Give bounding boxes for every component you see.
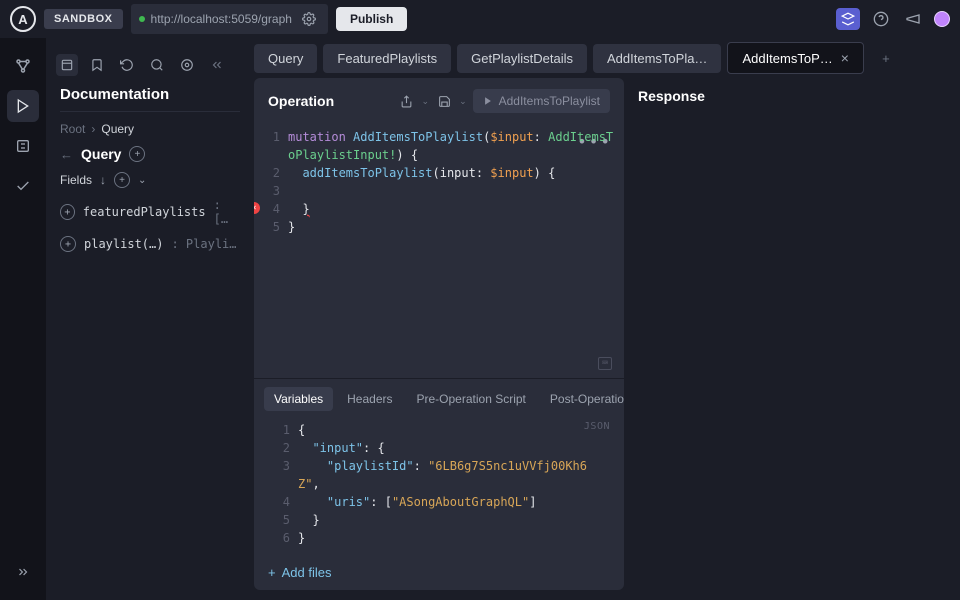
operation-editor[interactable]: ••• 1mutation AddItemsToPlaylist($input:… xyxy=(254,124,624,378)
user-avatar[interactable] xyxy=(934,11,950,27)
close-tab-icon[interactable]: × xyxy=(841,50,849,66)
rail-diff-icon[interactable] xyxy=(7,130,39,162)
add-type-icon[interactable]: + xyxy=(129,146,145,162)
fields-heading: Fields xyxy=(60,173,92,187)
add-field-instance-icon[interactable]: + xyxy=(60,204,75,220)
share-chevron-icon[interactable]: ⌄ xyxy=(422,96,430,107)
operation-tabs: QueryFeaturedPlaylistsGetPlaylistDetails… xyxy=(254,38,960,74)
operation-tab[interactable]: Query xyxy=(254,44,317,73)
variables-editor[interactable]: JSON 1{2 "input": {3 "playlistId": "6LB6… xyxy=(254,417,624,555)
code-line: 1mutation AddItemsToPlaylist($input: Add… xyxy=(254,128,624,164)
code-line: 2 addItemsToPlaylist(input: $input) { xyxy=(254,164,624,182)
field-name: playlist(…) xyxy=(84,237,163,251)
response-panel: Response xyxy=(638,74,946,590)
operation-panel: Operation ⌄ ⌄ AddItemsToPlaylist ••• xyxy=(254,78,624,590)
router-badge-icon[interactable] xyxy=(836,8,860,30)
code-line: 6} xyxy=(264,529,614,547)
announcements-icon[interactable] xyxy=(902,8,924,30)
rail-graph-icon[interactable] xyxy=(7,50,39,82)
doc-view-icon[interactable] xyxy=(56,54,78,76)
operation-tab[interactable]: AddItemsToP…× xyxy=(727,42,864,74)
field-type: : Playli… xyxy=(171,237,236,251)
save-icon[interactable] xyxy=(435,92,453,110)
breadcrumb-root[interactable]: Root xyxy=(60,122,85,136)
publish-button[interactable]: Publish xyxy=(336,7,407,31)
collapse-panel-icon[interactable] xyxy=(206,54,228,76)
operation-tab[interactable]: FeaturedPlaylists xyxy=(323,44,451,73)
add-field-icon[interactable]: + xyxy=(114,172,130,188)
field-name: featuredPlaylists xyxy=(83,205,206,219)
code-line: ×4 } xyxy=(254,200,624,218)
search-icon[interactable] xyxy=(146,54,168,76)
add-field-instance-icon[interactable]: + xyxy=(60,236,76,252)
code-line: 3 xyxy=(254,182,624,200)
breadcrumb: Root › Query xyxy=(60,122,240,136)
code-line: 2 "input": { xyxy=(264,439,614,457)
history-icon[interactable] xyxy=(116,54,138,76)
status-dot-icon xyxy=(139,16,145,22)
fields-menu-chevron-icon[interactable]: ⌄ xyxy=(138,175,146,186)
operation-tab[interactable]: GetPlaylistDetails xyxy=(457,44,587,73)
field-type: : [… xyxy=(214,198,240,226)
add-files-label: Add files xyxy=(282,565,332,580)
endpoint-url-bar[interactable]: http://localhost:5059/graph xyxy=(131,4,328,34)
subtab-variables[interactable]: Variables xyxy=(264,387,333,411)
rail-explorer-icon[interactable] xyxy=(7,90,39,122)
field-entry[interactable]: + featuredPlaylists : [… xyxy=(60,198,240,226)
subtab-preop[interactable]: Pre-Operation Script xyxy=(407,387,536,411)
add-tab-button[interactable]: + xyxy=(870,51,894,66)
response-title: Response xyxy=(638,88,946,104)
operation-subtabs: Variables Headers Pre-Operation Script P… xyxy=(254,378,624,417)
rail-expand-icon[interactable] xyxy=(7,556,39,588)
breadcrumb-current: Query xyxy=(101,122,134,136)
type-name: Query xyxy=(81,146,121,162)
plus-icon: + xyxy=(268,565,276,580)
endpoint-url-text: http://localhost:5059/graph xyxy=(151,12,292,26)
documentation-panel: Documentation Root › Query ← Query + Fie… xyxy=(46,38,254,600)
operation-title: Operation xyxy=(268,93,334,109)
sandbox-badge: SANDBOX xyxy=(44,9,123,29)
code-line: 1{ xyxy=(264,421,614,439)
save-chevron-icon[interactable]: ⌄ xyxy=(459,96,467,107)
rail-checks-icon[interactable] xyxy=(7,170,39,202)
help-icon[interactable] xyxy=(870,8,892,30)
run-button-label: AddItemsToPlaylist xyxy=(499,94,600,108)
code-line: 3 "playlistId": "6LB6g7S5nc1uVVfj00Kh6Z"… xyxy=(264,457,614,493)
error-marker-icon: × xyxy=(254,202,260,214)
code-line: 4 "uris": ["ASongAboutGraphQL"] xyxy=(264,493,614,511)
operation-tab[interactable]: AddItemsToPla… xyxy=(593,44,721,73)
sort-icon[interactable]: ↓ xyxy=(100,173,106,187)
subtab-postop[interactable]: Post-Operation S xyxy=(540,387,624,411)
subtab-headers[interactable]: Headers xyxy=(337,387,402,411)
add-files-button[interactable]: + Add files xyxy=(254,555,624,590)
bookmark-icon[interactable] xyxy=(86,54,108,76)
keyboard-shortcut-icon: ⌨ xyxy=(598,357,612,370)
share-icon[interactable] xyxy=(398,92,416,110)
apollo-logo[interactable]: A xyxy=(10,6,36,32)
run-operation-button[interactable]: AddItemsToPlaylist xyxy=(473,89,610,113)
back-arrow-icon[interactable]: ← xyxy=(60,147,73,162)
doc-panel-title: Documentation xyxy=(60,86,169,103)
code-line: 5 } xyxy=(264,511,614,529)
field-entry[interactable]: + playlist(…) : Playli… xyxy=(60,236,240,252)
code-line: 5} xyxy=(254,218,624,236)
settings-icon[interactable] xyxy=(176,54,198,76)
settings-gear-icon[interactable] xyxy=(298,8,320,30)
left-rail xyxy=(0,38,46,600)
